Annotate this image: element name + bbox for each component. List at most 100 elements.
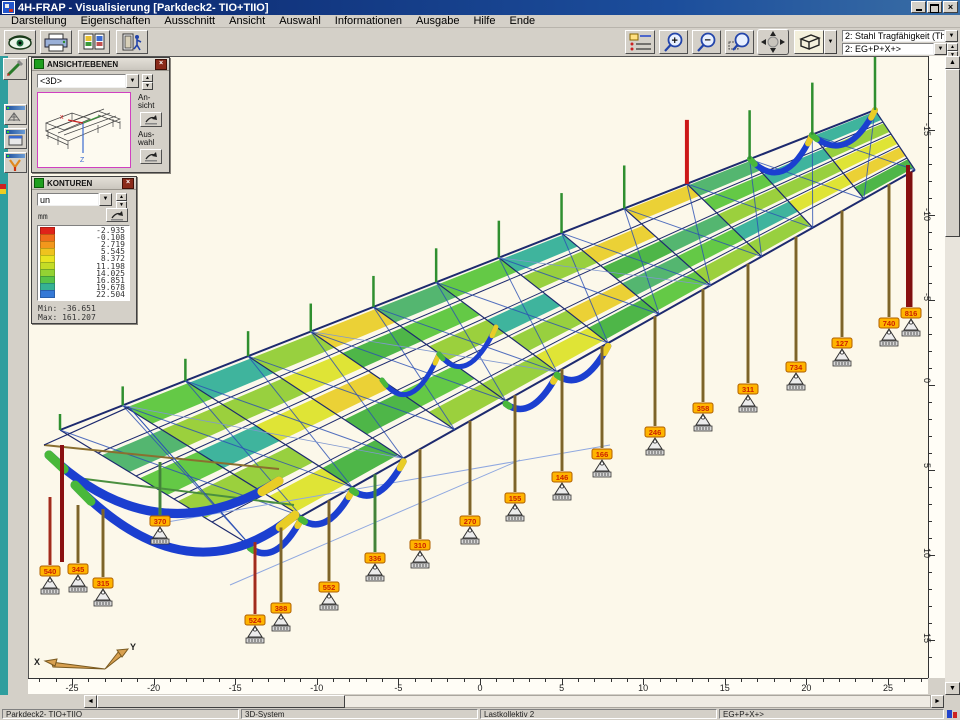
print-button[interactable] — [40, 30, 72, 54]
konturen-panel-title: KONTUREN — [47, 179, 92, 188]
support-tag[interactable]: 552 — [319, 582, 339, 592]
unit-apply-button[interactable] — [106, 208, 128, 222]
spinner-down-icon[interactable]: ▼ — [142, 82, 153, 90]
spinner-up-icon[interactable]: ▲ — [142, 74, 153, 82]
konturen-panel-close-icon[interactable]: × — [122, 178, 134, 189]
auswahl-apply-button[interactable] — [140, 149, 162, 164]
fork-icon — [5, 158, 26, 172]
ruler-tick — [929, 334, 932, 335]
menu-auswahl[interactable]: Auswahl — [272, 15, 328, 28]
support-tag[interactable]: 336 — [365, 553, 385, 563]
ansicht-apply-button[interactable] — [140, 112, 162, 127]
mini-marker[interactable] — [0, 184, 6, 194]
menu-ansicht[interactable]: Ansicht — [222, 15, 272, 28]
horizontal-scrollbar[interactable]: ◄ ► — [0, 695, 960, 708]
scroll-left-icon[interactable]: ◄ — [84, 695, 97, 708]
vertical-scrollbar[interactable]: ▲ ▼ — [945, 56, 960, 695]
exit-button[interactable] — [116, 30, 148, 54]
support-tag[interactable]: 310 — [410, 540, 430, 550]
support-tag[interactable]: 246 — [645, 427, 665, 437]
pan-navigator[interactable] — [757, 29, 789, 55]
preview-eye-button[interactable] — [4, 30, 36, 54]
support-tag[interactable]: 146 — [552, 472, 572, 482]
ruler-tick — [929, 453, 932, 454]
horizontal-scroll-thumb[interactable] — [97, 695, 345, 708]
quantity-select[interactable]: un — [37, 193, 99, 206]
result-select[interactable]: 2: Stahl Tragfähigkeit (Th. 2. O — [842, 30, 945, 42]
rotate-arrow-icon — [141, 150, 161, 163]
ruler-label: 0 — [477, 683, 482, 693]
menu-ausgabe[interactable]: Ausgabe — [409, 15, 466, 28]
support-tag[interactable]: 270 — [460, 516, 480, 526]
zoom-window-button[interactable] — [725, 30, 754, 54]
menu-ende[interactable]: Ende — [502, 15, 542, 28]
quantity-select-arrow[interactable]: ▼ — [99, 193, 112, 206]
support-tag[interactable]: 740 — [879, 318, 899, 328]
ansicht-panel-titlebar[interactable]: ANSICHT/EBENEN × — [32, 58, 169, 71]
support-tag[interactable]: 370 — [150, 516, 170, 526]
view-select[interactable]: <3D> — [37, 74, 126, 88]
ruler-tick — [757, 679, 758, 682]
support-tag[interactable]: 127 — [832, 338, 852, 348]
ruler-tick — [56, 679, 57, 682]
ruler-tick — [121, 679, 122, 682]
support-tag[interactable]: 311 — [738, 384, 758, 394]
ansicht-panel-close-icon[interactable]: × — [155, 59, 167, 70]
support-tag[interactable]: 816 — [901, 308, 921, 318]
minimized-net-panel-button[interactable] — [4, 104, 27, 125]
loadcase-select[interactable]: 2: EG+P+X+> — [842, 43, 934, 55]
loadcase-select-arrow[interactable]: ▼ — [934, 43, 947, 55]
ruler-tick — [929, 198, 932, 199]
ruler-tick — [88, 679, 89, 682]
support-tag[interactable]: 155 — [505, 493, 525, 503]
ruler-tick — [545, 679, 546, 682]
ruler-tick — [186, 679, 187, 682]
zoom-out-button[interactable]: − — [692, 30, 721, 54]
view-select-arrow[interactable]: ▼ — [126, 74, 139, 88]
vertical-scroll-thumb[interactable] — [945, 69, 960, 237]
ruler-label: 15 — [720, 683, 730, 693]
support-tag[interactable]: 524 — [245, 615, 265, 625]
minimized-fork-panel-button[interactable] — [4, 152, 27, 173]
menu-hilfe[interactable]: Hilfe — [466, 15, 502, 28]
ruler-tick — [611, 679, 612, 682]
support-tag[interactable]: 734 — [786, 362, 806, 372]
support-tag[interactable]: 358 — [693, 403, 713, 413]
display-properties-button[interactable] — [625, 30, 655, 54]
minimized-window-panel-button[interactable] — [4, 128, 27, 149]
zoom-in-button[interactable]: + — [659, 30, 688, 54]
menu-ausschnitt[interactable]: Ausschnitt — [157, 15, 222, 28]
view-cube-dropdown[interactable]: ▼ — [824, 30, 837, 54]
support-tag[interactable]: 166 — [592, 449, 612, 459]
spinner-up-icon[interactable]: ▲ — [947, 43, 958, 51]
support-tag[interactable]: 540 — [40, 566, 60, 576]
support-tag[interactable]: 345 — [68, 564, 88, 574]
svg-text:311: 311 — [742, 385, 754, 394]
support-tag[interactable]: 388 — [271, 603, 291, 613]
report-pages-button[interactable] — [78, 30, 110, 54]
scroll-down-icon[interactable]: ▼ — [945, 682, 960, 695]
axis-y-label: Y — [130, 642, 136, 652]
ruler-tick — [170, 679, 171, 682]
konturen-panel-titlebar[interactable]: KONTUREN × — [32, 177, 136, 190]
panel-icon — [34, 178, 44, 188]
quantity-spinner[interactable]: ▲ ▼ — [116, 193, 127, 206]
scroll-up-icon[interactable]: ▲ — [945, 56, 960, 69]
menu-eigenschaften[interactable]: Eigenschaften — [74, 15, 158, 28]
ruler-tick — [929, 249, 932, 250]
menu-darstellung[interactable]: Darstellung — [4, 15, 74, 28]
maximize-button[interactable] — [927, 1, 942, 13]
menu-informationen[interactable]: Informationen — [328, 15, 409, 28]
minimize-button[interactable] — [911, 1, 926, 13]
view-spinner[interactable]: ▲ ▼ — [142, 74, 153, 88]
close-button[interactable]: × — [943, 1, 958, 13]
result-select-arrow[interactable]: ▼ — [945, 30, 958, 42]
ruler-tick — [929, 266, 932, 267]
spinner-up-icon[interactable]: ▲ — [116, 193, 127, 201]
view-cube-button[interactable] — [794, 30, 824, 54]
loadcase-spinner[interactable]: ▲ ▼ — [947, 43, 958, 55]
ansicht-panel-title: ANSICHT/EBENEN — [47, 60, 118, 69]
scroll-right-icon[interactable]: ► — [931, 695, 944, 708]
support-tag[interactable]: 315 — [93, 578, 113, 588]
edit-pencil-button[interactable] — [3, 58, 27, 80]
